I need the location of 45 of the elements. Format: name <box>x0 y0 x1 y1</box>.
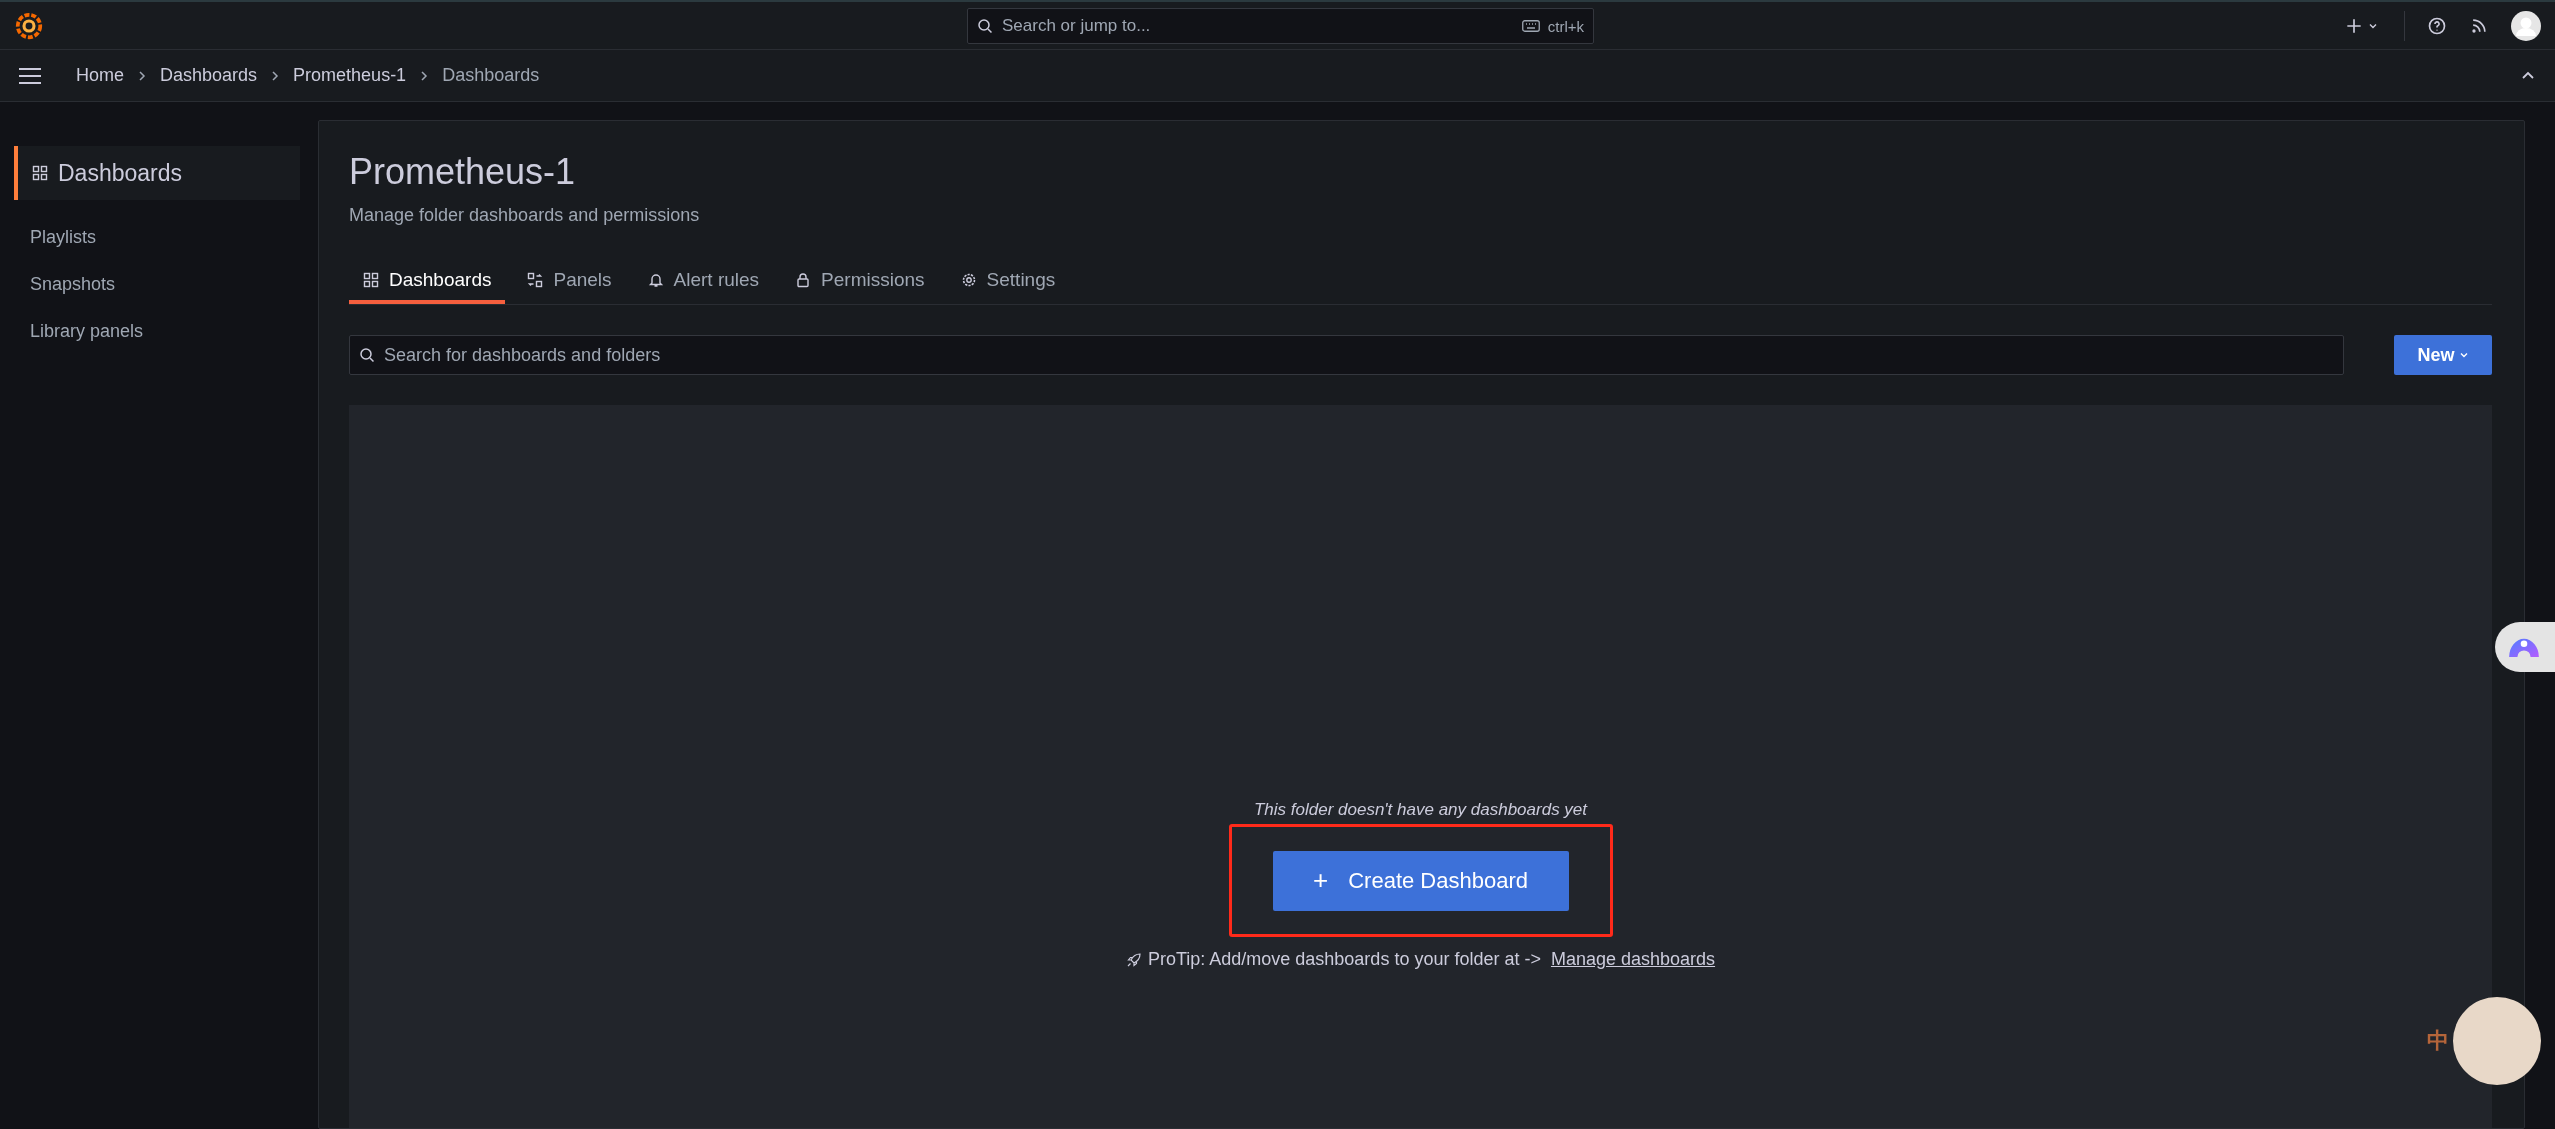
collapse-icon[interactable] <box>2521 70 2535 81</box>
tab[interactable]: Alert rules <box>633 260 774 304</box>
tab[interactable]: Settings <box>946 260 1070 304</box>
search-icon <box>977 18 993 34</box>
chevron-icon <box>271 69 280 82</box>
create-dashboard-button[interactable]: + Create Dashboard <box>1272 850 1569 911</box>
page-title: Prometheus-1 <box>349 151 577 193</box>
search-icon <box>359 347 375 363</box>
panels-icon <box>527 272 544 288</box>
breadcrumb-link[interactable]: Prometheus-1 <box>293 65 407 86</box>
bell-icon <box>647 272 664 288</box>
shortcut-hint: ctrl+k <box>1547 17 1584 35</box>
breadcrumb-link[interactable]: Home <box>76 65 124 86</box>
sidebar-section-title: Dashboards <box>58 159 183 187</box>
chevron-icon <box>420 69 429 82</box>
mascot-badge[interactable]: 中 <box>2427 1026 2449 1056</box>
user-avatar-icon[interactable] <box>2511 10 2541 41</box>
settings-icon <box>960 272 977 288</box>
assistant-tab-button[interactable] <box>2495 622 2555 672</box>
empty-message: This folder doesn't have any dashboards yet <box>1253 800 1588 820</box>
breadcrumb-link[interactable]: Dashboards <box>442 65 540 86</box>
sidebar-section-header[interactable]: Dashboards <box>14 146 300 200</box>
search-field[interactable]: Search for dashboards and folders <box>349 335 2344 375</box>
assistant-icon <box>2509 637 2539 657</box>
logo-icon[interactable] <box>14 10 44 41</box>
tab[interactable]: Panels <box>513 260 626 304</box>
sidebar-item[interactable]: Playlists <box>14 214 300 261</box>
new-button[interactable]: New <box>2394 335 2492 375</box>
manage-dashboards-link[interactable]: Manage dashboards <box>1550 949 1716 970</box>
tab[interactable]: Dashboards <box>349 260 506 304</box>
breadcrumb-link[interactable]: Dashboards <box>160 65 258 86</box>
sidebar-item[interactable]: Snapshots <box>14 261 300 308</box>
grid-icon <box>32 165 48 181</box>
sidebar-item[interactable]: Library panels <box>14 308 300 355</box>
caret-icon <box>2458 350 2469 360</box>
menu-icon[interactable] <box>18 66 42 85</box>
page-subtitle: Manage folder dashboards and permissions <box>349 205 701 226</box>
protip-text: ProTip: Add/move dashboards to your folder at -> <box>1147 949 1541 970</box>
help-icon[interactable] <box>2427 15 2447 36</box>
lock-icon <box>795 272 812 288</box>
rocket-icon <box>1125 951 1142 968</box>
keyboard-icon <box>1521 20 1540 32</box>
grid-icon <box>363 272 379 288</box>
tab[interactable]: Permissions <box>781 260 939 304</box>
chevron-icon <box>138 69 146 82</box>
